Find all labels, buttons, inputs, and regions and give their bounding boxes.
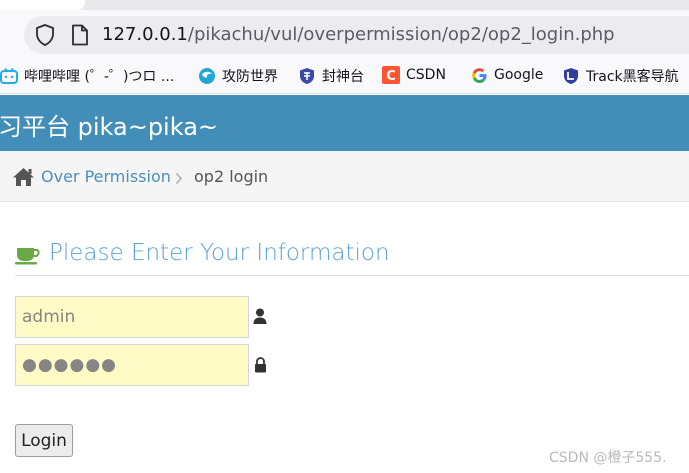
site-header: 习平台 pika~pika~: [0, 95, 689, 151]
bookmark-label: Google: [494, 67, 544, 83]
breadcrumb: Over Permission op2 login: [0, 151, 689, 202]
user-icon: [253, 308, 267, 325]
watermark: CSDN @橙子555.: [549, 450, 667, 466]
page-heading: Please Enter Your Information: [49, 240, 390, 266]
bookmark-google[interactable]: Google: [470, 66, 543, 84]
svg-text:C: C: [386, 69, 396, 84]
url-host: 127.0.0.1: [102, 24, 188, 45]
google-icon: [470, 66, 488, 84]
chevron-right-icon: [175, 170, 183, 189]
password-input[interactable]: [15, 344, 249, 386]
bookmark-bilibili[interactable]: 哔哩哔哩 (゜-゜)つロ ...: [0, 66, 174, 86]
bookmark-label: CSDN: [406, 67, 446, 83]
bookmark-xctf[interactable]: 攻防世界: [198, 66, 278, 86]
bookmark-label: 攻防世界: [222, 69, 278, 85]
section-heading: Please Enter Your Information: [15, 240, 689, 276]
bookmark-label: 封神台: [322, 69, 364, 85]
bilibili-icon: [0, 67, 18, 85]
xctf-icon: [198, 67, 216, 85]
site-title[interactable]: 习平台 pika~pika~: [0, 107, 218, 142]
home-icon: [11, 166, 35, 188]
tab-strip: [0, 0, 689, 10]
breadcrumb-link-over-permission[interactable]: Over Permission: [41, 167, 171, 186]
url-path: /pikachu/vul/overpermission/op2/op2_logi…: [187, 24, 615, 45]
bookmark-fengshentai[interactable]: 封神台: [298, 66, 364, 86]
shield-icon: [298, 67, 316, 85]
bookmark-label: 哔哩哔哩 (゜-゜)つロ ...: [24, 69, 175, 85]
username-input[interactable]: [15, 296, 249, 338]
url-text[interactable]: 127.0.0.1/pikachu/vul/overpermission/op2…: [102, 24, 615, 45]
csdn-icon: C: [382, 66, 400, 84]
bookmark-csdn[interactable]: C CSDN: [382, 66, 446, 84]
breadcrumb-current: op2 login: [194, 167, 269, 186]
active-tab-edge[interactable]: [0, 0, 85, 10]
track-shield-icon: [562, 67, 580, 85]
shield-icon[interactable]: [34, 24, 56, 46]
page-icon[interactable]: [70, 24, 90, 46]
bookmark-label: Track黑客导航: [586, 69, 679, 85]
login-button[interactable]: Login: [15, 424, 73, 457]
lock-icon: [253, 357, 267, 373]
bookmark-track[interactable]: Track黑客导航: [562, 66, 679, 86]
browser-toolbar: 127.0.0.1/pikachu/vul/overpermission/op2…: [0, 10, 689, 60]
bookmarks-bar: 哔哩哔哩 (゜-゜)つロ ... 攻防世界 封神台 C CSDN Google …: [0, 60, 689, 94]
coffee-icon: [15, 243, 41, 265]
